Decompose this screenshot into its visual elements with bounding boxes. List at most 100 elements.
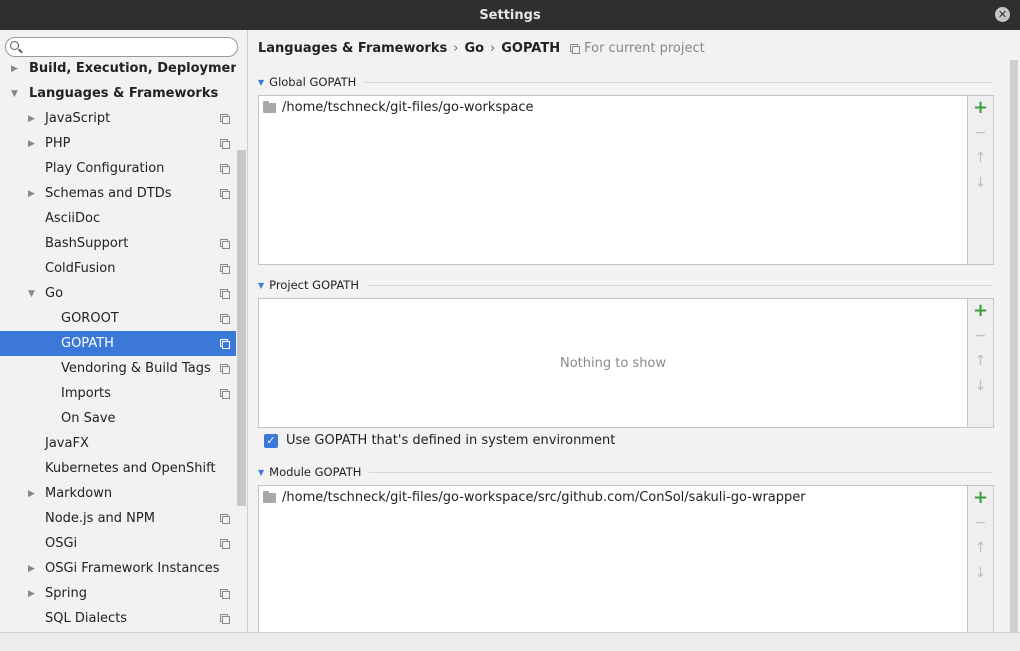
remove-icon[interactable]: − (973, 125, 988, 140)
move-up-icon[interactable]: ↑ (973, 353, 988, 368)
remove-icon[interactable]: − (973, 515, 988, 530)
chevron-right-icon[interactable]: ▶ (11, 64, 18, 74)
divider (364, 81, 992, 83)
sidebar-item-label: On Save (61, 411, 116, 426)
project-gopath-header[interactable]: ▼ Project GOPATH (258, 278, 992, 292)
move-up-icon[interactable]: ↑ (973, 150, 988, 165)
scope-text: For current project (584, 40, 705, 56)
sidebar-item-label: ColdFusion (45, 261, 116, 276)
chevron-right-icon[interactable]: ▶ (28, 564, 35, 574)
add-icon[interactable]: + (973, 488, 988, 506)
copy-icon (220, 364, 230, 374)
divider (366, 284, 992, 286)
copy-icon (220, 114, 230, 124)
chevron-right-icon[interactable]: ▶ (28, 189, 35, 199)
sidebar-item[interactable]: JavaFX (0, 431, 236, 456)
sidebar-item-label: Imports (61, 386, 111, 401)
section-title: Module GOPATH (269, 465, 362, 479)
breadcrumb: Languages & Frameworks › Go › GOPATH For… (258, 40, 705, 56)
sidebar-item[interactable]: Vendoring & Build Tags (0, 356, 236, 381)
content-scrollbar[interactable] (1010, 60, 1018, 632)
sidebar-item[interactable]: Play Configuration (0, 156, 236, 181)
divider (369, 471, 992, 473)
sidebar-item-label: Node.js and NPM (45, 511, 155, 526)
sidebar-item[interactable]: GOPATH (0, 331, 236, 356)
sidebar-item-label: GOPATH (61, 336, 114, 351)
copy-icon (220, 514, 230, 524)
sidebar-item[interactable]: ▶ PHP (0, 131, 236, 156)
copy-icon (220, 289, 230, 299)
sidebar-item[interactable]: On Save (0, 406, 236, 431)
sidebar-item[interactable]: BashSupport (0, 231, 236, 256)
project-gopath-list[interactable]: Nothing to show + − ↑ ↓ (258, 298, 994, 428)
folder-icon (263, 490, 276, 503)
copy-icon (570, 43, 581, 54)
global-gopath-list[interactable]: /home/tschneck/git-files/go-workspace + … (258, 95, 994, 265)
chevron-down-icon: ▼ (258, 77, 265, 87)
remove-icon[interactable]: − (973, 328, 988, 343)
sidebar-scrollbar[interactable] (237, 150, 246, 506)
copy-icon (220, 614, 230, 624)
breadcrumb-item: GOPATH (501, 40, 561, 56)
window-title: Settings (479, 7, 541, 23)
sidebar-item-label: JavaFX (45, 436, 89, 451)
section-title: Project GOPATH (269, 278, 359, 292)
sidebar-item[interactable]: ColdFusion (0, 256, 236, 281)
move-down-icon[interactable]: ↓ (973, 175, 988, 190)
sidebar-item[interactable]: AsciiDoc (0, 206, 236, 231)
sidebar-item[interactable]: ▼ Go (0, 281, 236, 306)
sidebar-item[interactable]: OSGi (0, 531, 236, 556)
add-icon[interactable]: + (973, 301, 988, 319)
chevron-right-icon[interactable]: ▶ (28, 114, 35, 124)
add-icon[interactable]: + (973, 98, 988, 116)
move-down-icon[interactable]: ↓ (973, 378, 988, 393)
sidebar-item[interactable]: ▶ Markdown (0, 481, 236, 506)
chevron-down-icon[interactable]: ▼ (28, 289, 35, 299)
close-icon[interactable]: ✕ (995, 7, 1010, 22)
copy-icon (220, 164, 230, 174)
search-input[interactable] (5, 37, 238, 57)
list-toolbar: + − ↑ ↓ (967, 96, 993, 264)
breadcrumb-item: Languages & Frameworks (258, 40, 448, 56)
checkmark-icon[interactable]: ✓ (264, 433, 278, 448)
sidebar-item-label: JavaScript (45, 111, 111, 126)
sidebar-item-label: OSGi Framework Instances (45, 561, 220, 576)
list-toolbar: + − ↑ ↓ (967, 299, 993, 427)
global-gopath-header[interactable]: ▼ Global GOPATH (258, 75, 992, 89)
chevron-right-icon[interactable]: ▶ (28, 589, 35, 599)
copy-icon (220, 539, 230, 549)
module-gopath-header[interactable]: ▼ Module GOPATH (258, 465, 992, 479)
chevron-right-icon[interactable]: ▶ (28, 139, 35, 149)
sidebar-item[interactable]: SQL Dialects (0, 606, 236, 631)
path-text: /home/tschneck/git-files/go-workspace (282, 100, 534, 115)
sidebar-item-label: GOROOT (61, 311, 119, 326)
chevron-down-icon: ▼ (258, 467, 265, 477)
breadcrumb-item: Go (464, 40, 485, 56)
move-up-icon[interactable]: ↑ (973, 540, 988, 555)
sidebar-item[interactable]: Kubernetes and OpenShift (0, 456, 236, 481)
list-item[interactable]: /home/tschneck/git-files/go-workspace (263, 100, 534, 115)
sidebar-item[interactable]: ▼ Languages & Frameworks (0, 81, 236, 106)
sidebar-item[interactable]: ▶ Schemas and DTDs (0, 181, 236, 206)
module-gopath-list[interactable]: /home/tschneck/git-files/go-workspace/sr… (258, 485, 994, 632)
chevron-right-icon[interactable]: ▶ (28, 489, 35, 499)
copy-icon (220, 339, 230, 349)
sidebar-item[interactable]: GOROOT (0, 306, 236, 331)
scope-label: For current project (570, 41, 705, 56)
sidebar-item[interactable]: ▶ OSGi Framework Instances (0, 556, 236, 581)
sidebar-item[interactable]: ▶ Spring (0, 581, 236, 606)
move-down-icon[interactable]: ↓ (973, 565, 988, 580)
sidebar-item[interactable]: Node.js and NPM (0, 506, 236, 531)
sidebar-item[interactable]: ▶ Build, Execution, Deployment (0, 57, 236, 81)
sidebar-item-label: BashSupport (45, 236, 129, 251)
chevron-down-icon[interactable]: ▼ (11, 89, 18, 99)
list-toolbar: + − ↑ ↓ (967, 486, 993, 632)
list-item[interactable]: /home/tschneck/git-files/go-workspace/sr… (263, 490, 806, 505)
settings-sidebar: ▶ Build, Execution, Deployment ▼ Languages … (0, 30, 248, 632)
settings-content: Languages & Frameworks › Go › GOPATH For… (248, 30, 1020, 632)
sidebar-item[interactable]: ▶ JavaScript (0, 106, 236, 131)
use-system-gopath-checkbox[interactable]: ✓ Use GOPATH that's defined in system en… (264, 433, 615, 448)
sidebar-item[interactable]: Imports (0, 381, 236, 406)
folder-icon (263, 100, 276, 113)
breadcrumb-separator: › (490, 40, 496, 56)
